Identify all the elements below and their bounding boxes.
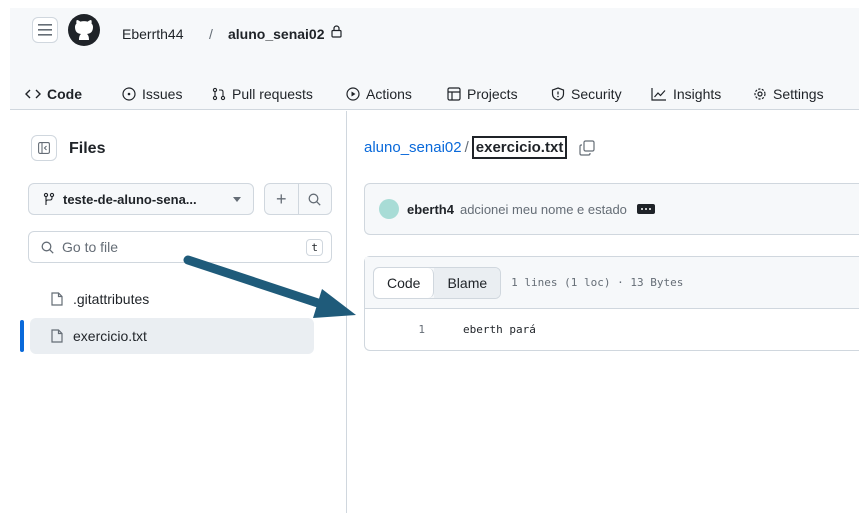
tab-settings[interactable]: Settings	[753, 80, 824, 108]
file-tree-sidebar: Files teste-de-aluno-sena... + Go to fil…	[10, 111, 347, 513]
github-logo-icon[interactable]	[68, 14, 100, 46]
branch-name: teste-de-aluno-sena...	[63, 191, 197, 207]
path-repo-link[interactable]: aluno_senai02	[364, 139, 462, 156]
tab-label: Insights	[673, 86, 722, 102]
add-file-button[interactable]: +	[265, 184, 299, 214]
file-name: exercicio.txt	[73, 328, 147, 344]
file-actions-group: +	[264, 183, 332, 215]
path-file-name: exercicio.txt	[471, 136, 568, 159]
ellipsis-icon[interactable]	[636, 204, 655, 214]
tab-label: Pull requests	[232, 86, 313, 102]
sidebar-collapse-icon	[38, 142, 50, 154]
file-tree-item[interactable]: .gitattributes	[30, 281, 314, 317]
pull-request-icon	[212, 87, 226, 101]
file-tree-item-selected[interactable]: exercicio.txt	[30, 318, 314, 354]
collapse-sidebar-button[interactable]	[31, 135, 57, 161]
file-icon	[51, 329, 63, 343]
code-viewer: Code Blame 1 lines (1 loc) · 13 Bytes 1 …	[364, 256, 859, 351]
search-icon	[41, 241, 54, 254]
go-to-file-input[interactable]: Go to file t	[28, 231, 332, 263]
tab-actions[interactable]: Actions	[346, 80, 412, 108]
file-stats: 1 lines (1 loc) · 13 Bytes	[511, 276, 684, 289]
tab-insights[interactable]: Insights	[651, 80, 721, 108]
code-view-button[interactable]: Code	[374, 267, 435, 298]
go-to-file-placeholder: Go to file	[62, 239, 119, 255]
tab-label: Projects	[467, 86, 518, 102]
path-separator: /	[464, 139, 469, 156]
menu-button[interactable]	[32, 17, 58, 43]
blame-view-button[interactable]: Blame	[434, 267, 501, 298]
latest-commit: eberth4 adcionei meu nome e estado	[364, 183, 859, 235]
tab-label: Settings	[773, 86, 824, 102]
commit-author[interactable]: eberth4	[407, 202, 454, 217]
file-icon	[51, 292, 63, 306]
sidebar-title: Files	[69, 140, 106, 157]
breadcrumb-owner[interactable]: Eberrth44	[122, 26, 183, 42]
selected-indicator	[20, 320, 24, 352]
code-viewer-header: Code Blame 1 lines (1 loc) · 13 Bytes	[365, 257, 859, 309]
commit-message[interactable]: adcionei meu nome e estado	[460, 202, 627, 217]
file-name: .gitattributes	[73, 291, 150, 307]
code-line: 1 eberth pará	[365, 309, 859, 349]
breadcrumb-repo[interactable]: aluno_senai02	[228, 26, 325, 42]
tab-label: Issues	[142, 86, 183, 102]
search-icon	[308, 193, 321, 206]
hamburger-icon	[38, 24, 52, 36]
repo-header: Eberrth44 / aluno_senai02 Code Issues Pu…	[10, 8, 859, 114]
view-mode-toggle: Code Blame	[373, 266, 502, 299]
tab-code[interactable]: Code	[25, 80, 82, 108]
avatar[interactable]	[379, 199, 399, 219]
gear-icon	[753, 87, 767, 101]
code-icon	[25, 88, 41, 100]
line-content: eberth pará	[463, 322, 536, 336]
file-path-breadcrumb: aluno_senai02 / exercicio.txt	[364, 136, 595, 159]
tab-label: Security	[571, 86, 622, 102]
breadcrumb-separator: /	[209, 26, 213, 42]
issue-icon	[122, 87, 136, 101]
branch-selector[interactable]: teste-de-aluno-sena...	[28, 183, 254, 215]
tab-label: Actions	[366, 86, 412, 102]
line-number[interactable]: 1	[365, 323, 425, 336]
copy-icon	[579, 139, 595, 156]
lock-icon	[331, 25, 342, 38]
tab-projects[interactable]: Projects	[447, 80, 518, 108]
play-icon	[346, 87, 360, 101]
tab-security[interactable]: Security	[551, 80, 622, 108]
table-icon	[447, 87, 461, 101]
shield-icon	[551, 87, 565, 101]
tab-pull-requests[interactable]: Pull requests	[212, 80, 313, 108]
branch-icon	[43, 192, 55, 205]
copy-path-button[interactable]	[579, 139, 595, 156]
tab-label: Code	[47, 86, 82, 102]
graph-icon	[651, 87, 667, 101]
chevron-down-icon	[233, 196, 241, 202]
search-button[interactable]	[299, 184, 332, 214]
tab-issues[interactable]: Issues	[122, 80, 182, 108]
keyboard-shortcut: t	[306, 238, 323, 256]
